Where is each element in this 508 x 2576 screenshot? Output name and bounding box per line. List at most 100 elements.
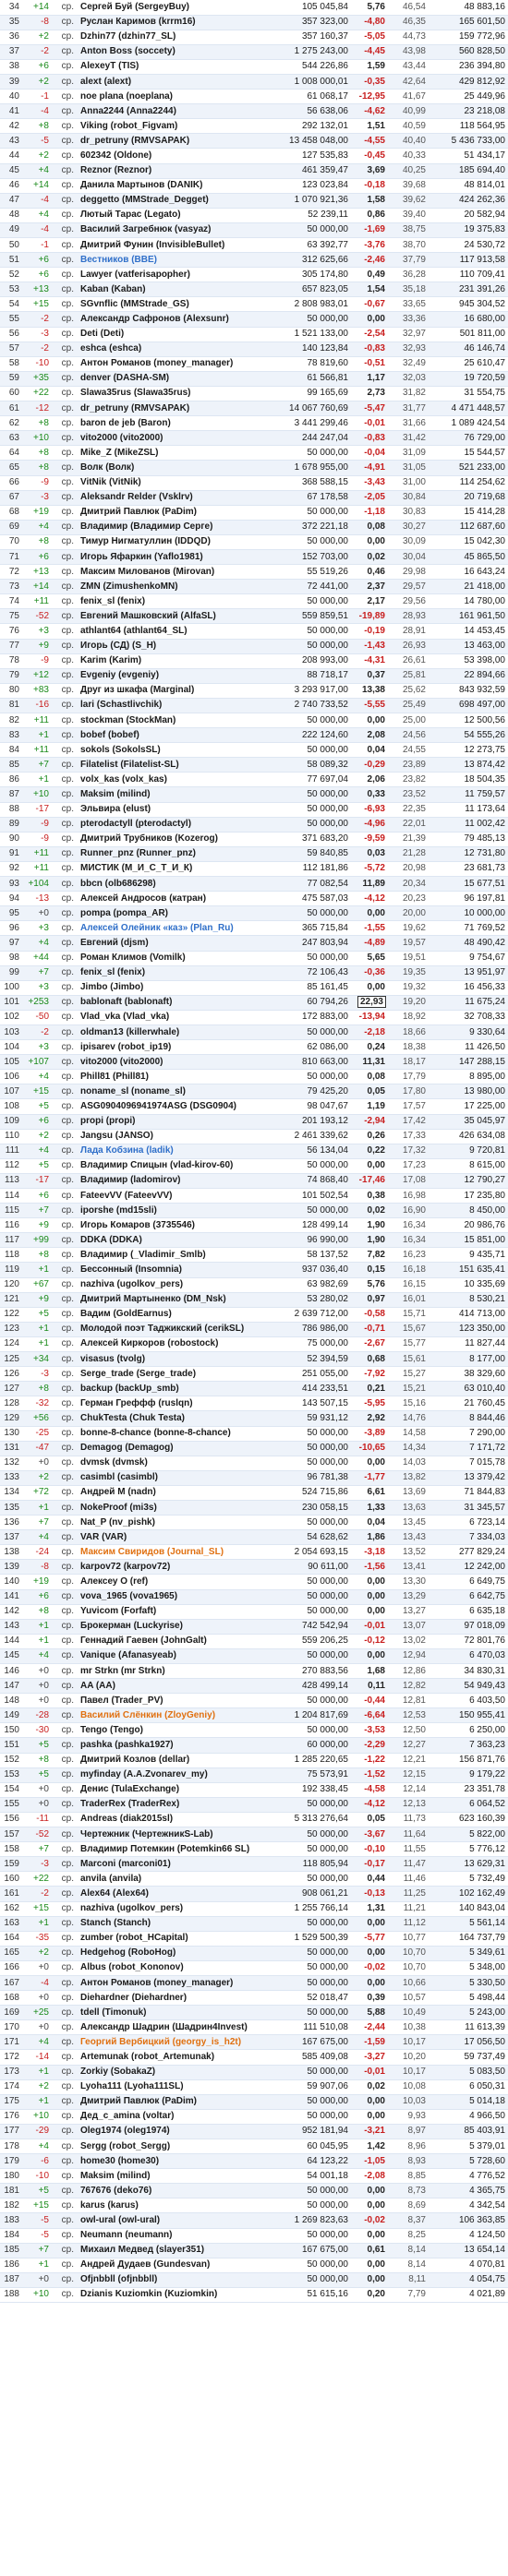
participant-name-link[interactable]: Maksim (milind) (78, 786, 268, 803)
participant-name-link[interactable]: vito2000 (vito2000) (78, 430, 268, 447)
participant-name-link[interactable]: owl-ural (owl-ural) (78, 2212, 268, 2229)
participant-name-link[interactable]: Эльвира (elust) (78, 802, 268, 818)
participant-name-link[interactable]: pompa (pompa_AR) (78, 905, 268, 922)
participant-name-link[interactable]: Лада Кобзина (ladik) (78, 1144, 268, 1159)
participant-name-link[interactable]: Serge_trade (Serge_trade) (78, 1366, 268, 1383)
participant-name-link[interactable]: Бессонный (Insomnia) (78, 1262, 268, 1278)
participant-name-link[interactable]: Evgeniy (evgeniy) (78, 668, 268, 684)
participant-name-link[interactable]: 602342 (Oldone) (78, 148, 268, 164)
participant-name-link[interactable]: sokols (SokolsSL) (78, 742, 268, 759)
participant-name-link[interactable]: Владимир (Владимир Серге) (78, 520, 268, 535)
participant-name-link[interactable]: vova_1965 (vova1965) (78, 1589, 268, 1605)
participant-name-link[interactable]: Дмитрий Трубников (Kozerog) (78, 832, 268, 847)
participant-name-link[interactable]: Jangsu (JANSO) (78, 1129, 268, 1144)
participant-name-link[interactable]: Zorkiy (SobakaZ) (78, 2065, 268, 2080)
participant-name-link[interactable]: Viking (robot_Figvam) (78, 118, 268, 135)
participant-name-link[interactable]: ASG0904096941974ASG (DSG0904) (78, 1098, 268, 1115)
participant-name-link[interactable]: Karim (Karim) (78, 653, 268, 669)
participant-name-link[interactable]: bbcn (olb686298) (78, 876, 268, 893)
participant-name-link[interactable]: vito2000 (vito2000) (78, 1054, 268, 1071)
participant-name-link[interactable]: pashka (pashka1927) (78, 1737, 268, 1754)
participant-name-link[interactable]: FateevVV (FateevVV) (78, 1188, 268, 1204)
participant-name-link[interactable]: Чертежник (ЧертежникS-Lab) (78, 1827, 268, 1843)
participant-name-link[interactable]: backup (backUp_smb) (78, 1381, 268, 1397)
participant-name-link[interactable]: dvmsk (dvmsk) (78, 1456, 268, 1471)
participant-name-link[interactable]: Runner_pnz (Runner_pnz) (78, 846, 268, 862)
participant-name-link[interactable]: casimbl (casimbl) (78, 1470, 268, 1486)
participant-name-link[interactable]: myfinday (A.A.Zvonarev_my) (78, 1767, 268, 1783)
participant-name-link[interactable]: propi (propi) (78, 1114, 268, 1130)
participant-name-link[interactable]: Yuvicom (Forfaft) (78, 1604, 268, 1620)
participant-name-link[interactable]: NokeProof (mi3s) (78, 1500, 268, 1516)
participant-name-link[interactable]: home30 (home30) (78, 2153, 268, 2170)
participant-name-link[interactable]: Евгений Машковский (AlfaSL) (78, 608, 268, 625)
participant-name-link[interactable]: Михаил Медвед (slayer351) (78, 2243, 268, 2258)
participant-name-link[interactable]: ipisarev (robot_ip19) (78, 1039, 268, 1056)
participant-name-link[interactable]: Jimbo (Jimbo) (78, 980, 268, 996)
participant-name-link[interactable]: karus (karus) (78, 2198, 268, 2214)
participant-name-link[interactable]: Phill81 (Phill81) (78, 1069, 268, 1085)
participant-name-link[interactable]: nazhiva (ugolkov_pers) (78, 1277, 268, 1293)
participant-name-link[interactable]: Владимир Потемкин (Potemkin66 SL) (78, 1841, 268, 1858)
participant-name-link[interactable]: baron de jeb (Baron) (78, 415, 268, 432)
participant-name-link[interactable]: fenix_sl (fenix) (78, 593, 268, 610)
participant-name-link[interactable]: deggetto (MMStrade_Degget) (78, 193, 268, 209)
participant-name-link[interactable]: bonne-8-chance (bonne-8-chance) (78, 1426, 268, 1442)
participant-name-link[interactable]: Aleksandr Relder (Vsklrv) (78, 490, 268, 506)
participant-name-link[interactable]: Евгений (djsm) (78, 935, 268, 952)
participant-name-link[interactable]: Андрей М (nadn) (78, 1485, 268, 1501)
participant-name-link[interactable]: anvila (anvila) (78, 1871, 268, 1887)
participant-name-link[interactable]: mr Strkn (mr Strkn) (78, 1663, 268, 1680)
participant-name-link[interactable]: Tengo (Tengo) (78, 1722, 268, 1739)
participant-name-link[interactable]: Deti (Deti) (78, 327, 268, 342)
participant-name-link[interactable]: stockman (StockMan) (78, 713, 268, 729)
participant-name-link[interactable]: Dzhin77 (dzhin77_SL) (78, 30, 268, 45)
participant-name-link[interactable]: Игорь (СД) (S_H) (78, 639, 268, 654)
participant-name-link[interactable]: Вадим (GoldEarnus) (78, 1307, 268, 1323)
participant-name-link[interactable]: Lyoha111 (Lyoha111SL) (78, 2079, 268, 2095)
participant-name-link[interactable]: bobef (bobef) (78, 727, 268, 744)
participant-name-link[interactable]: Hedgehog (RoboHog) (78, 1946, 268, 1961)
participant-name-link[interactable]: 767676 (deko76) (78, 2183, 268, 2199)
participant-name-link[interactable]: Алексей Андросов (катран) (78, 891, 268, 907)
participant-name-link[interactable]: Vanique (Afanasyeab) (78, 1648, 268, 1665)
participant-name-link[interactable]: Максим Свиридов (Journal_SL) (78, 1544, 268, 1561)
participant-name-link[interactable]: Neumann (neumann) (78, 2228, 268, 2244)
participant-name-link[interactable]: tdell (Timonuk) (78, 2005, 268, 2021)
participant-name-link[interactable]: Игорь Яфаркин (Yaflo1981) (78, 549, 268, 566)
participant-name-link[interactable]: dr_petruny (RMVSAPAK) (78, 133, 268, 150)
participant-name-link[interactable]: volx_kas (volx_kas) (78, 772, 268, 788)
participant-name-link[interactable]: Александр Шадрин (Шадрин4Invest) (78, 2019, 268, 2036)
participant-name-link[interactable]: SGvnflic (MMStrade_GS) (78, 296, 268, 313)
participant-name-link[interactable]: Павел (Trader_PV) (78, 1693, 268, 1709)
participant-name-link[interactable]: ZMN (ZimushenkoMN) (78, 579, 268, 595)
participant-name-link[interactable]: Владимир Спицын (vlad-kirov-60) (78, 1158, 268, 1174)
participant-name-link[interactable]: visasus (tvolg) (78, 1351, 268, 1368)
participant-name-link[interactable]: Молодой поэт Таджикский (cerikSL) (78, 1322, 268, 1337)
participant-name-link[interactable]: karpov72 (karpov72) (78, 1559, 268, 1576)
participant-name-link[interactable]: Kaban (Kaban) (78, 282, 268, 298)
participant-name-link[interactable]: Дед_с_amina (voltar) (78, 2109, 268, 2125)
participant-name-link[interactable]: zumber (robot_HCapital) (78, 1931, 268, 1947)
participant-name-link[interactable]: Брокерман (Luckyrise) (78, 1619, 268, 1635)
participant-name-link[interactable]: TraderRex (TraderRex) (78, 1797, 268, 1813)
participant-name-link[interactable]: Ofjnbbll (ofjnbbll) (78, 2272, 268, 2288)
participant-name-link[interactable]: Геннадий Гаевен (JohnGalt) (78, 1634, 268, 1649)
participant-name-link[interactable]: Reznor (Reznor) (78, 163, 268, 179)
participant-name-link[interactable]: Руслан Каримов (krrm16) (78, 15, 268, 30)
participant-name-link[interactable]: Slawa35rus (Slawa35rus) (78, 386, 268, 402)
participant-name-link[interactable]: Demagog (Demagog) (78, 1441, 268, 1456)
participant-name-link[interactable]: Герман Греффф (ruslqn) (78, 1396, 268, 1412)
participant-name-link[interactable]: Данила Мартынов (DANIK) (78, 178, 268, 194)
participant-name-link[interactable]: ChukTesta (Chuk Testa) (78, 1410, 268, 1427)
participant-name-link[interactable]: Albus (robot_Kononov) (78, 1960, 268, 1976)
participant-name-link[interactable]: Алексей Олейник «каз» (Plan_Ru) (78, 920, 268, 937)
participant-name-link[interactable]: Mike_Z (MikeZSL) (78, 445, 268, 461)
participant-name-link[interactable]: Алексеу О (ref) (78, 1574, 268, 1590)
participant-name-link[interactable]: noname_sl (noname_sl) (78, 1084, 268, 1100)
participant-name-link[interactable]: AlexeyT (TIS) (78, 59, 268, 75)
participant-name-link[interactable]: Денис (TulaExchange) (78, 1782, 268, 1798)
participant-name-link[interactable]: Волк (Волк) (78, 460, 268, 476)
participant-name-link[interactable]: denver (DASHA-SM) (78, 371, 268, 387)
participant-name-link[interactable]: oldman13 (killerwhale) (78, 1024, 268, 1041)
